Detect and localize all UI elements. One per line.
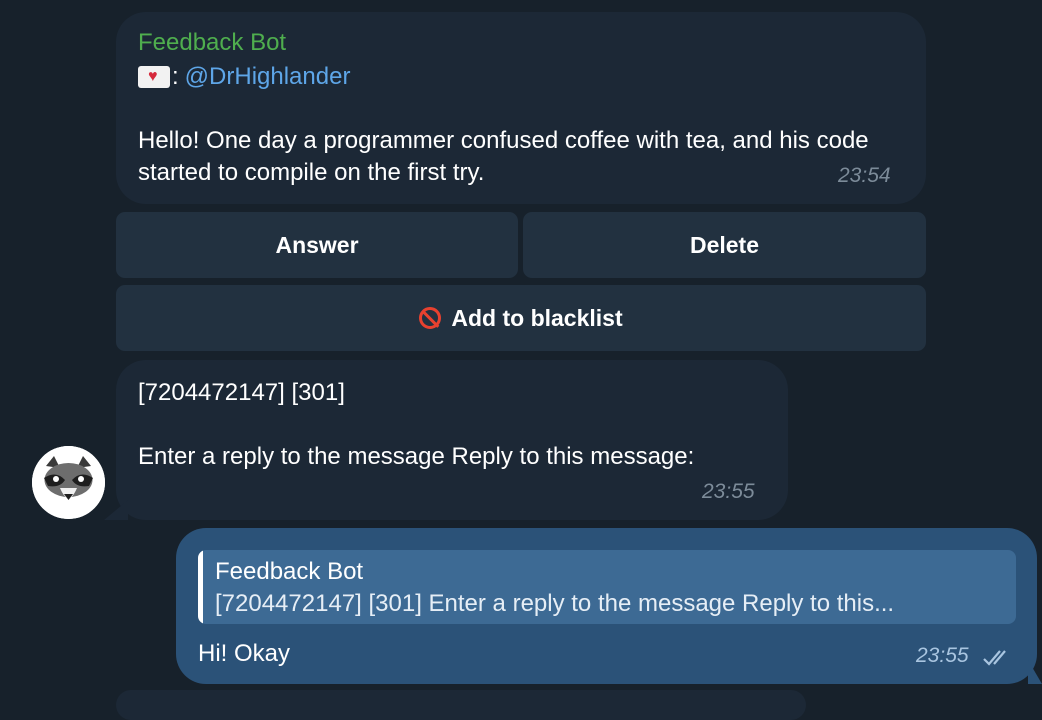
incoming-prompt-bubble[interactable]: [7204472147] [301] Enter a reply to the … [116, 360, 788, 520]
add-to-blacklist-button[interactable]: Add to blacklist [116, 285, 926, 351]
message-ids: [7204472147] [301] [138, 379, 345, 406]
answer-button-label: Answer [275, 231, 359, 258]
message-time: 23:55 [916, 644, 969, 667]
answer-button[interactable]: Answer [116, 212, 518, 278]
raccoon-avatar[interactable] [32, 446, 105, 519]
no-entry-icon [419, 307, 442, 329]
quote-bar [198, 550, 203, 624]
message-text: Hello! One day a programmer confused cof… [138, 127, 869, 186]
raccoon-icon [32, 446, 105, 519]
message-time: 23:54 [838, 164, 891, 187]
sender-name[interactable]: Feedback Bot [138, 29, 286, 57]
envelope-heart-icon: ♥ [138, 66, 170, 88]
delete-button-label: Delete [689, 231, 760, 258]
incoming-message-bubble[interactable]: Feedback Bot ♥ : @DrHighlander Hello! On… [116, 12, 926, 204]
message-text: Hi! Okay [198, 640, 291, 667]
from-row: ♥ : @DrHighlander [138, 63, 350, 91]
reply-prompt-text: Enter a reply to the message Reply to th… [138, 443, 695, 470]
blacklist-button-label: Add to blacklist [451, 304, 623, 331]
outgoing-message-bubble[interactable]: Feedback Bot [7204472147] [301] Enter a … [176, 528, 1037, 684]
username-link[interactable]: @DrHighlander [185, 63, 351, 91]
bubble-tail [104, 500, 128, 520]
from-separator: : [172, 63, 179, 90]
double-check-icon [983, 650, 1006, 666]
next-message-bubble [116, 690, 806, 720]
quote-text: [7204472147] [301] Enter a reply to the … [215, 590, 895, 617]
quote-sender: Feedback Bot [215, 558, 364, 585]
message-time: 23:55 [702, 480, 755, 503]
delete-button[interactable]: Delete [523, 212, 926, 278]
reply-quote[interactable]: Feedback Bot [7204472147] [301] Enter a … [198, 550, 1016, 624]
